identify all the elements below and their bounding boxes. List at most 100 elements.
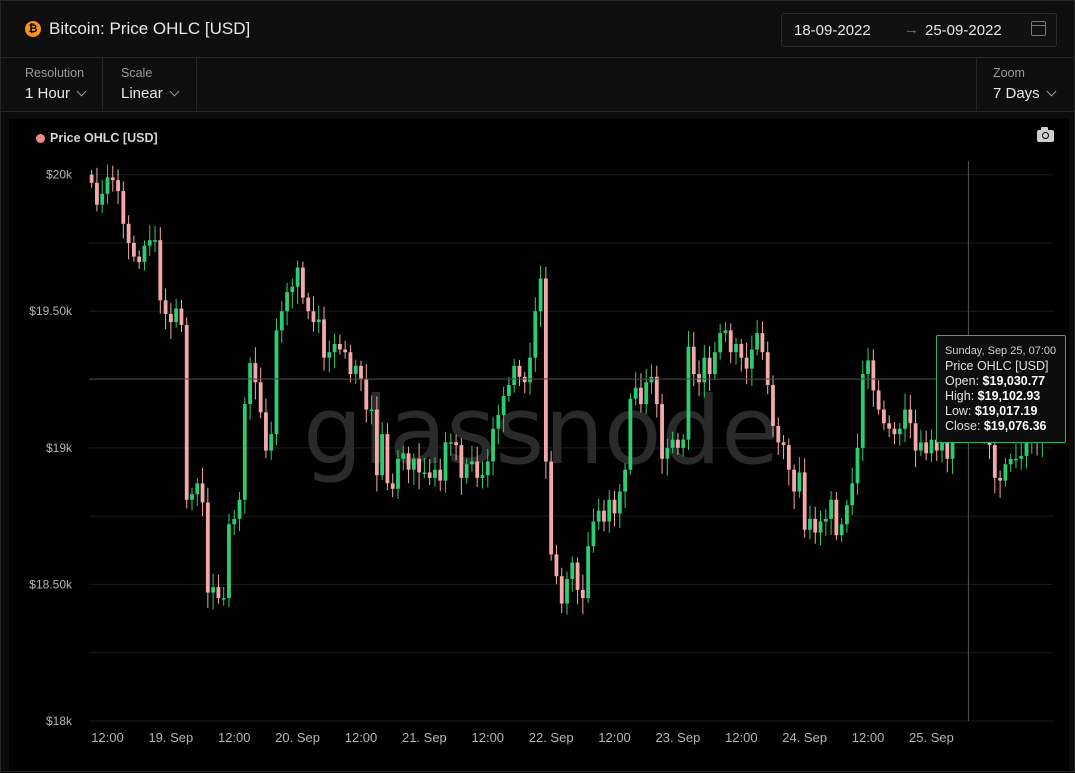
candle-body [575, 562, 580, 590]
candle-body [676, 439, 680, 448]
candle-body [242, 404, 247, 500]
candle-body [781, 442, 786, 446]
x-tick-label: 19. Sep [148, 730, 193, 745]
candle-body [723, 330, 728, 334]
candle-body [158, 240, 163, 301]
candle-body [448, 442, 453, 444]
candle-body [374, 409, 379, 476]
candle-body [586, 546, 591, 599]
tooltip-series: Price OHLC [USD] [945, 359, 1049, 373]
candle-body [337, 344, 342, 350]
candle-body [195, 483, 200, 495]
candle-body [797, 472, 802, 492]
candle-body [776, 425, 781, 443]
candle-body [871, 360, 876, 391]
candle-body [697, 374, 701, 383]
candle-body [454, 442, 458, 446]
candle-body [707, 357, 712, 375]
x-tick-label: 12:00 [725, 730, 758, 745]
candle-body [95, 182, 99, 205]
candle-body [839, 524, 844, 536]
candle-body [422, 472, 427, 474]
candle-body [306, 297, 311, 312]
x-tick-label: 12:00 [218, 730, 251, 745]
candle-body [279, 311, 284, 331]
candle-body [343, 349, 348, 353]
candle-body [734, 344, 738, 353]
candle-body [908, 409, 913, 424]
candle-body [744, 357, 749, 369]
candle-body [369, 409, 374, 412]
x-tick-label: 12:00 [472, 730, 505, 745]
candle-body [1008, 458, 1013, 465]
candle-body [470, 461, 474, 465]
candle-body [543, 278, 548, 462]
candle-body [860, 374, 865, 448]
x-tick-label: 12:00 [91, 730, 124, 745]
candle-body [739, 344, 744, 358]
candle-body [184, 324, 189, 500]
candle-body [327, 352, 332, 358]
candle-body [918, 442, 923, 451]
candle-body [660, 404, 664, 459]
candle-body [147, 240, 152, 246]
candle-body [897, 428, 902, 435]
candle-body [517, 365, 522, 377]
candle-body [433, 469, 437, 478]
candle-body [153, 240, 157, 242]
candle-body [786, 445, 791, 470]
candle-body [131, 242, 136, 257]
candle-body [829, 499, 833, 519]
candle-body [274, 330, 279, 435]
candle-body [882, 409, 886, 424]
candle-body [316, 319, 321, 323]
candle-body [623, 469, 628, 492]
candle-body [718, 333, 723, 353]
candle-body [264, 412, 268, 451]
candle-body [887, 423, 892, 429]
candle-body [855, 447, 860, 484]
candle-body [1019, 456, 1024, 459]
candle-body [353, 365, 358, 375]
candle-body [628, 398, 633, 470]
candle-body [100, 193, 105, 205]
ohlc-chart[interactable]: glassnode $18k $18.50k $19k $19.50k $20k 12:0… [1, 1, 1075, 773]
candle-body [665, 447, 670, 459]
candle-body [322, 319, 326, 358]
candle-body [142, 245, 147, 263]
candle-body [390, 483, 395, 489]
candle-body [617, 491, 622, 514]
candle-body [200, 483, 205, 503]
y-tick-label: $18.50k [29, 577, 73, 591]
candle-body [602, 510, 606, 522]
candle-body [649, 376, 654, 383]
candle-body [216, 587, 221, 599]
candle-body [475, 461, 480, 478]
candle-body [845, 505, 849, 525]
x-tick-label: 25. Sep [909, 730, 954, 745]
candle-body [823, 518, 828, 522]
candle-body [427, 472, 432, 478]
candle-body [559, 576, 564, 604]
candle-body [163, 300, 168, 314]
candle-body [359, 365, 363, 380]
x-tick-label: 12:00 [598, 730, 631, 745]
y-tick-label: $19.50k [29, 304, 73, 318]
tooltip-high: High: $19,102.93 [945, 389, 1041, 403]
candle-body [771, 385, 775, 426]
candle-body [190, 494, 194, 500]
candle-body [411, 458, 416, 470]
candle-body [998, 477, 1003, 481]
candle-body [174, 308, 179, 323]
candle-body [269, 434, 274, 451]
candle-body [866, 360, 870, 375]
candle-body [491, 428, 495, 462]
candle-body [406, 453, 411, 470]
candle-body [248, 363, 252, 405]
candle-body [850, 483, 855, 506]
candle-body [591, 521, 596, 547]
tooltip-close: Close: $19,076.36 [945, 419, 1047, 433]
candle-body [929, 439, 934, 454]
candle-body [501, 395, 506, 416]
candle-body [496, 415, 501, 429]
